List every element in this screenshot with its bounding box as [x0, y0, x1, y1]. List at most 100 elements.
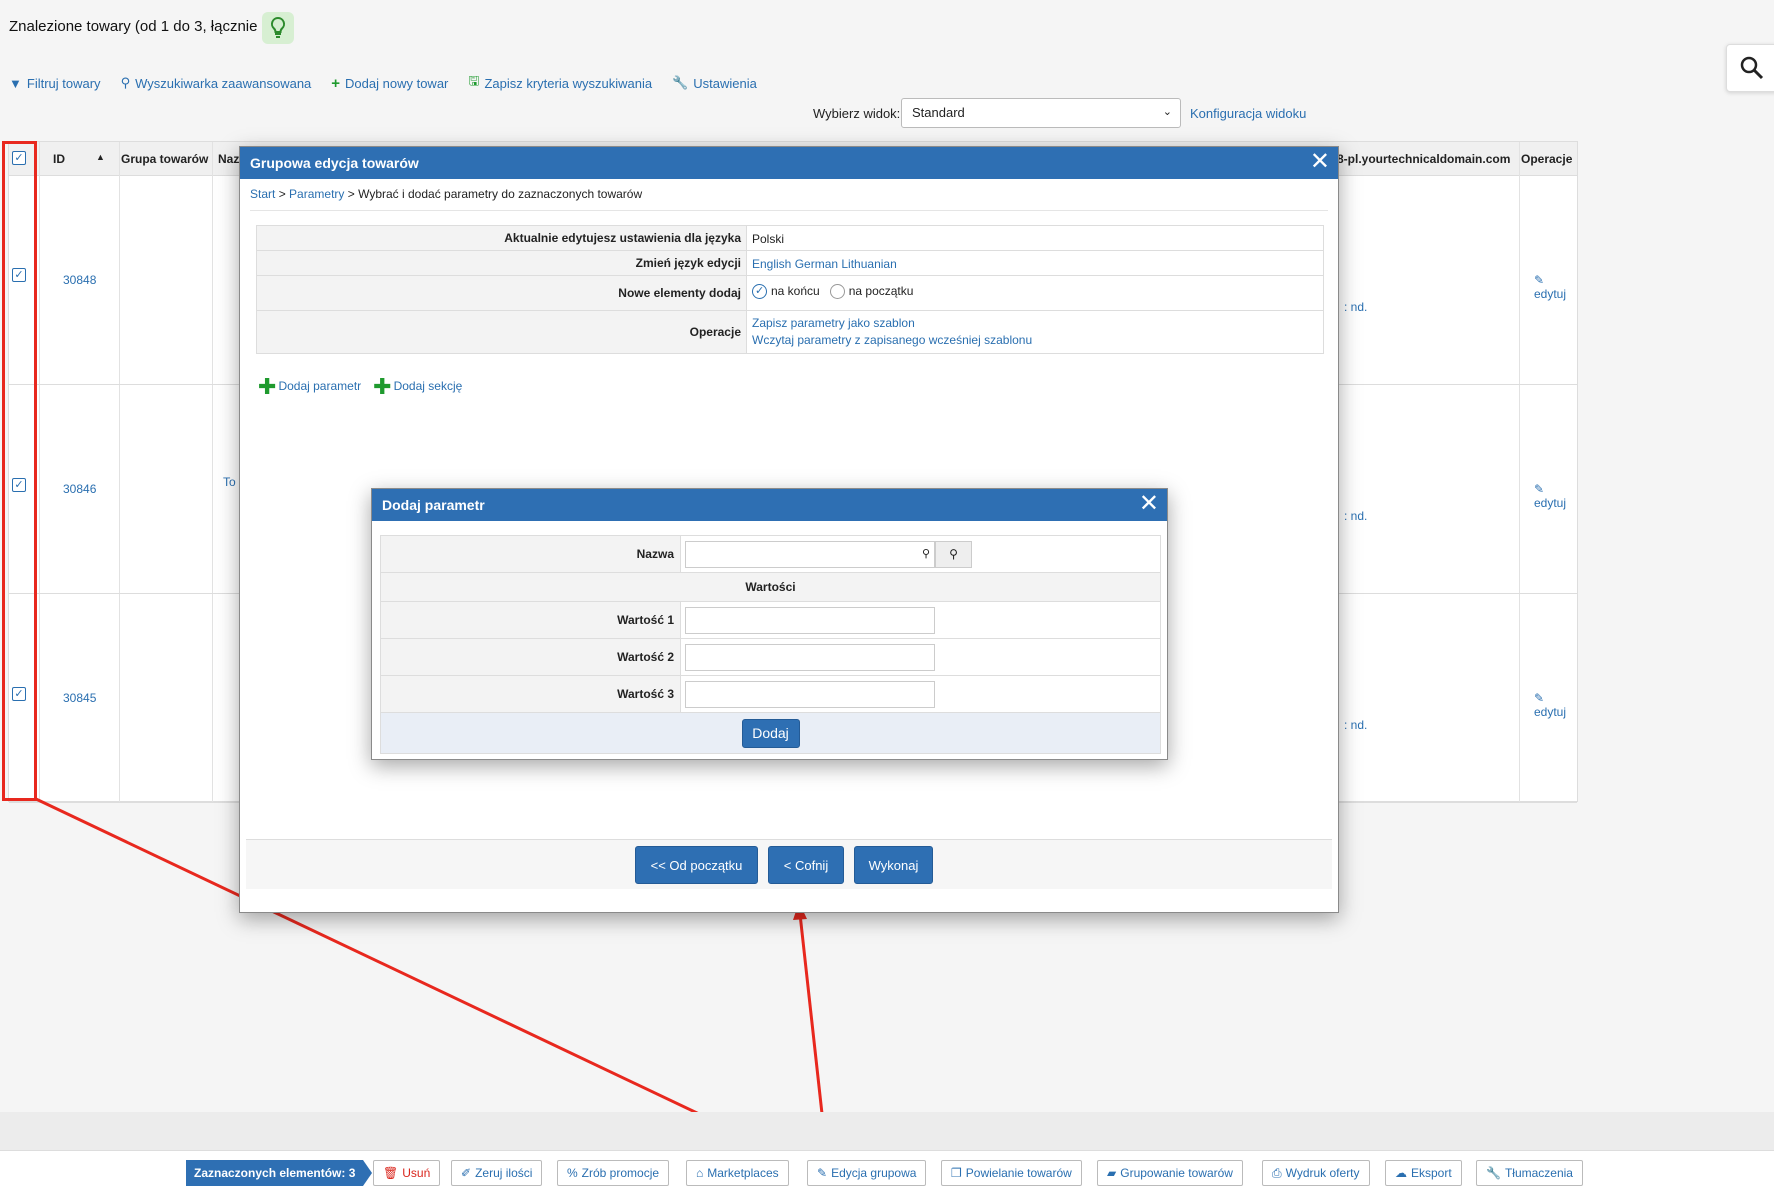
selected-count-badge: Zaznaczonych elementów: 3	[186, 1160, 373, 1186]
value3-input[interactable]	[685, 680, 935, 708]
search-button[interactable]	[1726, 44, 1774, 92]
row-id-link[interactable]: 30845	[63, 691, 96, 705]
settings-table: Aktualnie edytujesz ustawienia dla język…	[256, 225, 1324, 354]
row-id-link[interactable]: 30848	[63, 273, 96, 287]
pencil-icon: ✎	[1534, 691, 1545, 705]
annotation-highlight-frame	[2, 141, 37, 801]
save-criteria-link[interactable]: 🖫 Zapisz kryteria wyszukiwania	[468, 72, 652, 94]
filter-icon: ▼	[9, 75, 22, 91]
promo-button[interactable]: % Zrób promocje	[557, 1160, 670, 1186]
breadcrumb: Start > Parametry > Wybrać i dodać param…	[250, 187, 1328, 211]
group-edit-modal-title: Grupowa edycja towarów	[250, 155, 419, 171]
print-offer-button[interactable]: ⎙ Wydruk oferty	[1262, 1160, 1370, 1186]
store-icon: ⌂	[696, 1166, 704, 1180]
add-param-modal-header: Dodaj parametr ✕	[372, 489, 1167, 521]
breadcrumb-start[interactable]: Start	[250, 187, 275, 201]
sort-asc-icon[interactable]: ▲	[96, 152, 105, 162]
trash-icon: 🗑	[383, 1166, 399, 1180]
toolbar: ▼ Filtruj towary ⚲ Wyszukiwarka zaawansowa…	[9, 72, 757, 94]
header-id[interactable]: ID	[53, 152, 65, 166]
zero-qty-button[interactable]: ✐ Zeruj ilości	[451, 1160, 543, 1186]
radio-at-start[interactable]	[829, 284, 845, 300]
radio-at-end-label: na końcu	[771, 284, 820, 298]
row-nd-link[interactable]: : nd.	[1344, 509, 1367, 523]
close-icon[interactable]: ✕	[1310, 150, 1330, 174]
load-template-link[interactable]: Wczytaj parametry z zapisanego wcześniej…	[752, 333, 1032, 347]
add-param-link[interactable]: ✚ Dodaj parametr	[258, 374, 361, 399]
row-id-link[interactable]: 30846	[63, 482, 96, 496]
group-edit-button[interactable]: ✎ Edycja grupowa	[807, 1160, 927, 1186]
save-icon: 🖫	[468, 73, 480, 88]
wrench-icon: 🔧	[1486, 1166, 1501, 1180]
folder-icon: ▰	[1107, 1166, 1117, 1180]
page-title: Znalezione towary (od 1 do 3, łącznie 3)	[9, 18, 275, 35]
add-button[interactable]: Dodaj	[741, 718, 800, 748]
delete-button[interactable]: 🗑 Usuń	[373, 1160, 441, 1186]
value2-label: Wartość 2	[381, 639, 681, 675]
view-config-link[interactable]: Konfiguracja widoku	[1190, 106, 1306, 121]
from-start-button[interactable]: << Od początku	[635, 846, 758, 884]
value2-input[interactable]	[685, 643, 935, 671]
lightbulb-icon[interactable]	[262, 12, 294, 44]
name-search-button[interactable]: ⚲	[935, 540, 972, 568]
header-domain[interactable]: 8-pl.yourtechnicaldomain.com	[1337, 152, 1510, 166]
translations-button[interactable]: 🔧 Tłumaczenia	[1476, 1160, 1583, 1186]
lang-value: Polski	[752, 232, 785, 246]
save-template-link[interactable]: Zapisz parametry jako szablon	[752, 316, 915, 330]
grouping-button[interactable]: ▰ Grupowanie towarów	[1097, 1160, 1243, 1186]
change-lang-label: Zmień język edycji	[257, 251, 747, 275]
search-icon: ⚲	[949, 547, 958, 561]
cloud-download-icon: ☁	[1395, 1166, 1407, 1180]
plus-icon: ✚	[258, 374, 277, 399]
search-icon: ⚲	[120, 75, 131, 90]
edit-icon: ✎	[817, 1166, 828, 1180]
lang-label: Aktualnie edytujesz ustawienia dla język…	[257, 226, 747, 250]
advanced-search-link[interactable]: ⚲ Wyszukiwarka zaawansowana	[121, 72, 312, 94]
filter-products-link[interactable]: ▼ Filtruj towary	[9, 72, 101, 94]
search-icon: ⚲	[921, 547, 930, 560]
header-operations: Operacje	[1521, 152, 1573, 166]
export-button[interactable]: ☁ Eksport	[1385, 1160, 1462, 1186]
breadcrumb-current: Wybrać i dodać parametry do zaznaczonych…	[358, 187, 643, 201]
view-label: Wybierz widok:	[813, 106, 901, 121]
value1-input[interactable]	[685, 606, 935, 634]
row-edit-link[interactable]: ✎ edytuj	[1534, 482, 1577, 510]
name-label: Nazwa	[381, 536, 681, 572]
view-select-value: Standard	[912, 105, 965, 120]
eraser-icon: ✐	[461, 1166, 472, 1180]
execute-button[interactable]: Wykonaj	[854, 846, 933, 884]
chevron-down-icon: ⌄	[1162, 106, 1172, 118]
duplicate-button[interactable]: ❐ Powielanie towarów	[941, 1160, 1082, 1186]
radio-at-end[interactable]	[752, 284, 767, 300]
copy-icon: ❐	[951, 1166, 962, 1180]
operations-label: Operacje	[257, 311, 747, 353]
action-bar: Zaznaczonych elementów: 3 🗑 Usuń ✐ Zeruj i…	[0, 1150, 1774, 1188]
add-param-modal: Dodaj parametr ✕ Nazwa ⚲ ⚲ Wartości Wart…	[371, 488, 1168, 760]
pencil-icon: ✎	[1534, 273, 1545, 287]
modal-footer: << Od początku < Cofnij Wykonaj	[246, 839, 1332, 889]
add-section-link[interactable]: ✚ Dodaj sekcję	[373, 374, 462, 399]
settings-link[interactable]: 🔧 Ustawienia	[672, 72, 757, 94]
back-button[interactable]: < Cofnij	[768, 846, 844, 884]
row-name-link[interactable]: To	[223, 475, 236, 489]
row-nd-link[interactable]: : nd.	[1344, 300, 1367, 314]
close-icon[interactable]: ✕	[1139, 492, 1159, 516]
add-product-link[interactable]: + Dodaj nowy towar	[331, 72, 448, 94]
lang-links[interactable]: English German Lithuanian	[752, 257, 897, 271]
value1-label: Wartość 1	[381, 602, 681, 638]
add-links: ✚ Dodaj parametr ✚ Dodaj sekcję	[258, 374, 462, 399]
header-name[interactable]: Naz	[218, 152, 239, 166]
name-input[interactable]: ⚲	[685, 540, 935, 568]
plus-icon: ✚	[373, 374, 392, 399]
wrench-icon: 🔧	[672, 75, 689, 90]
breadcrumb-params[interactable]: Parametry	[289, 187, 344, 201]
row-nd-link[interactable]: : nd.	[1344, 718, 1367, 732]
view-select[interactable]: Standard ⌄	[901, 98, 1181, 128]
row-edit-link[interactable]: ✎ edytuj	[1534, 273, 1577, 301]
bottom-strip	[0, 1112, 1774, 1150]
search-icon	[1740, 56, 1764, 80]
header-group[interactable]: Grupa towarów	[121, 152, 208, 166]
marketplaces-button[interactable]: ⌂ Marketplaces	[686, 1160, 789, 1186]
row-edit-link[interactable]: ✎ edytuj	[1534, 691, 1577, 719]
plus-icon: +	[331, 74, 341, 92]
